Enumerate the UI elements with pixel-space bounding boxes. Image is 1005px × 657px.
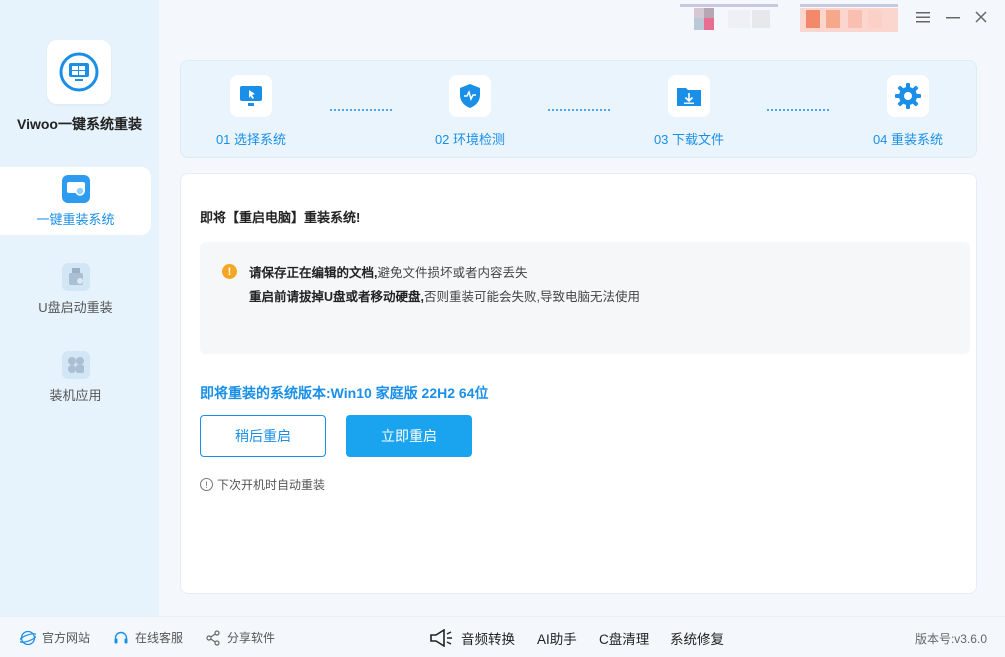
app-name: Viwoo一键系统重装 — [17, 116, 142, 132]
app-logo-icon — [59, 52, 99, 92]
monitor-reinstall-icon — [61, 174, 90, 203]
system-repair-link[interactable]: 系统修复 — [670, 628, 724, 648]
megaphone-icon — [430, 629, 452, 647]
online-support-link[interactable]: 在线客服 — [113, 629, 183, 646]
step-env-check: 02 环境检测 — [420, 75, 520, 148]
page-title: 即将【重启电脑】重装系统! — [200, 210, 361, 225]
step-connector — [330, 109, 392, 111]
step-label: 01 选择系统 — [215, 132, 287, 147]
online-support-label: 在线客服 — [135, 631, 184, 645]
audio-convert-label: 音频转换 — [461, 632, 515, 647]
notice-line-1-bold: 请保存正在编辑的文档, — [249, 266, 378, 280]
sidebar-item-label: 一键重装系统 — [36, 211, 115, 227]
audio-convert-link[interactable]: 音频转换 — [429, 628, 515, 648]
sidebar-item-install-apps[interactable]: 装机应用 — [0, 343, 151, 411]
auto-reinstall-hint: ! 下次开机时自动重装 — [200, 476, 325, 493]
step-reinstall-system: 04 重装系统 — [858, 75, 958, 148]
target-version-label: 即将重装的系统版本: — [200, 385, 331, 401]
menu-icon[interactable] — [914, 8, 932, 26]
sidebar-item-label: U盘启动重装 — [38, 299, 113, 315]
step-connector — [548, 109, 610, 111]
sidebar-item-label: 装机应用 — [49, 387, 102, 403]
headset-icon — [114, 631, 128, 643]
notice-line-2: 重启前请拔掉U盘或者移动硬盘,否则重装可能会失败,导致电脑无法使用 — [249, 286, 640, 305]
sidebar: Viwoo一键系统重装 一键重装系统 U盘启动重装 装机应用 — [0, 0, 159, 616]
step-download-files: 03 下载文件 — [639, 75, 739, 148]
step-connector — [767, 109, 829, 111]
restart-now-button[interactable]: 立即重启 — [346, 415, 472, 457]
target-version-value: Win10 家庭版 22H2 64位 — [330, 385, 489, 401]
sidebar-item-usb-reinstall[interactable]: U盘启动重装 — [0, 255, 151, 323]
info-icon: ! — [200, 478, 213, 491]
notice-line-2-bold: 重启前请拔掉U盘或者移动硬盘, — [249, 290, 425, 304]
restart-later-button[interactable]: 稍后重启 — [200, 415, 326, 457]
share-icon — [206, 629, 220, 646]
shield-check-icon — [449, 75, 491, 117]
c-drive-clean-link[interactable]: C盘清理 — [599, 628, 649, 648]
user-info-area[interactable] — [680, 4, 900, 32]
minimize-icon[interactable] — [944, 8, 962, 26]
apps-grid-icon — [61, 350, 90, 379]
app-logo — [47, 40, 111, 104]
warning-icon: ! — [222, 264, 237, 279]
close-icon[interactable] — [972, 8, 990, 26]
notice-line-2-rest: 否则重装可能会失败,导致电脑无法使用 — [424, 290, 640, 304]
share-software-label: 分享软件 — [227, 631, 276, 645]
step-label: 03 下载文件 — [653, 132, 725, 147]
warning-notice: ! 请保存正在编辑的文档,避免文件损坏或者内容丢失 重启前请拔掉U盘或者移动硬盘… — [200, 242, 970, 354]
footer-bar: 官方网站 在线客服 分享软件 音频转换 AI助手 C盘清理 系统修复 版本号:v… — [0, 616, 1005, 657]
official-site-label: 官方网站 — [42, 631, 91, 645]
step-select-system: 01 选择系统 — [201, 75, 301, 148]
ai-helper-link[interactable]: AI助手 — [537, 628, 577, 648]
hint-text: 下次开机时自动重装 — [217, 478, 326, 492]
notice-line-1: 请保存正在编辑的文档,避免文件损坏或者内容丢失 — [249, 262, 528, 281]
notice-line-1-rest: 避免文件损坏或者内容丢失 — [377, 266, 528, 280]
share-software-link[interactable]: 分享软件 — [205, 629, 275, 646]
folder-download-icon — [668, 75, 710, 117]
monitor-cursor-icon — [230, 75, 272, 117]
globe-icon — [20, 630, 36, 645]
app-version: 版本号:v3.6.0 — [914, 632, 987, 646]
install-steps: 01 选择系统 02 环境检测 03 下载文件 04 重装系统 — [180, 60, 977, 158]
sidebar-item-one-click-reinstall[interactable]: 一键重装系统 — [0, 167, 151, 235]
gear-icon — [887, 75, 929, 117]
step-label: 02 环境检测 — [434, 132, 506, 147]
official-site-link[interactable]: 官方网站 — [20, 629, 90, 646]
step-label: 04 重装系统 — [872, 132, 944, 147]
target-version: 即将重装的系统版本:Win10 家庭版 22H2 64位 — [200, 383, 489, 403]
usb-drive-icon — [61, 262, 90, 291]
main-content: 即将【重启电脑】重装系统! ! 请保存正在编辑的文档,避免文件损坏或者内容丢失 … — [180, 173, 977, 594]
